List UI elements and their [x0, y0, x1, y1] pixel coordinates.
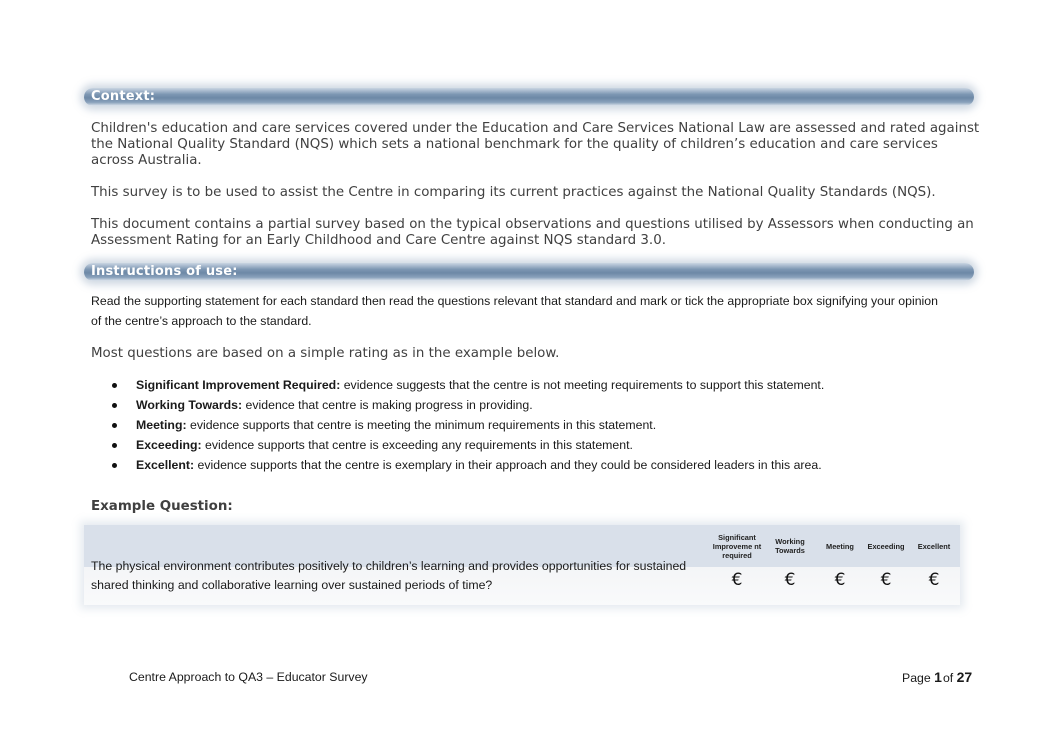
page-of: of — [942, 671, 954, 685]
column-header-significant: Significant Improveme nt required — [712, 533, 762, 560]
bullet-icon — [112, 383, 117, 388]
context-paragraph-1: Children's education and care services c… — [91, 121, 980, 168]
bullet-icon — [112, 443, 117, 448]
option-meeting-icon[interactable]: € — [825, 570, 855, 590]
context-paragraph-3: This document contains a partial survey … — [91, 217, 974, 248]
option-significant-icon[interactable]: € — [722, 570, 752, 590]
column-header-working: Working Towards — [775, 537, 805, 555]
column-header-exceeding: Exceeding — [867, 542, 905, 551]
instructions-heading-bar: Instructions of use: — [84, 263, 974, 281]
rating-list: Significant Improvement Required: eviden… — [108, 375, 988, 475]
rating-desc: evidence supports that centre is meeting… — [186, 418, 657, 432]
example-question-label: Example Question: — [91, 499, 233, 514]
option-exceeding-icon[interactable]: € — [871, 570, 901, 590]
bullet-icon — [112, 403, 117, 408]
rating-item-significant: Significant Improvement Required: eviden… — [108, 375, 988, 395]
column-header-meeting: Meeting — [826, 542, 854, 551]
rating-item-excellent: Excellent: evidence supports that the ce… — [108, 455, 988, 475]
rating-desc: evidence that centre is making progress … — [242, 398, 533, 412]
rating-term: Meeting: — [136, 418, 187, 432]
column-header-excellent: Excellent — [917, 542, 951, 551]
footer-title: Centre Approach to QA3 – Educator Survey — [129, 670, 368, 684]
context-paragraph-2: This survey is to be used to assist the … — [91, 185, 936, 200]
bullet-icon — [112, 463, 117, 468]
page-number: Page 1of 27 — [902, 669, 972, 685]
rating-desc: evidence supports that the centre is exe… — [194, 458, 822, 472]
instructions-text: Read the supporting statement for each s… — [91, 294, 938, 328]
bullet-icon — [112, 423, 117, 428]
rating-intro: Most questions are based on a simple rat… — [91, 346, 560, 361]
context-heading: Context: — [91, 89, 156, 104]
rating-item-working: Working Towards: evidence that centre is… — [108, 395, 988, 415]
rating-desc: evidence suggests that the centre is not… — [340, 378, 825, 392]
page-current: 1 — [934, 669, 942, 685]
context-heading-bar: Context: — [84, 88, 974, 106]
rating-item-meeting: Meeting: evidence supports that centre i… — [108, 415, 988, 435]
rating-term: Exceeding: — [136, 438, 202, 452]
example-question-table: Significant Improveme nt required Workin… — [84, 525, 960, 605]
rating-term: Significant Improvement Required: — [136, 378, 341, 392]
page-total: 27 — [956, 669, 973, 685]
rating-desc: evidence supports that centre is exceedi… — [201, 438, 633, 452]
rating-term: Excellent: — [136, 458, 195, 472]
option-excellent-icon[interactable]: € — [919, 570, 949, 590]
instructions-heading: Instructions of use: — [91, 264, 238, 279]
example-question-text: The physical environment contributes pos… — [91, 559, 687, 592]
document-page: Context: Children's education and care s… — [0, 0, 1062, 750]
page-label: Page — [902, 671, 931, 685]
option-working-icon[interactable]: € — [775, 570, 805, 590]
rating-item-exceeding: Exceeding: evidence supports that centre… — [108, 435, 988, 455]
rating-term: Working Towards: — [136, 398, 243, 412]
